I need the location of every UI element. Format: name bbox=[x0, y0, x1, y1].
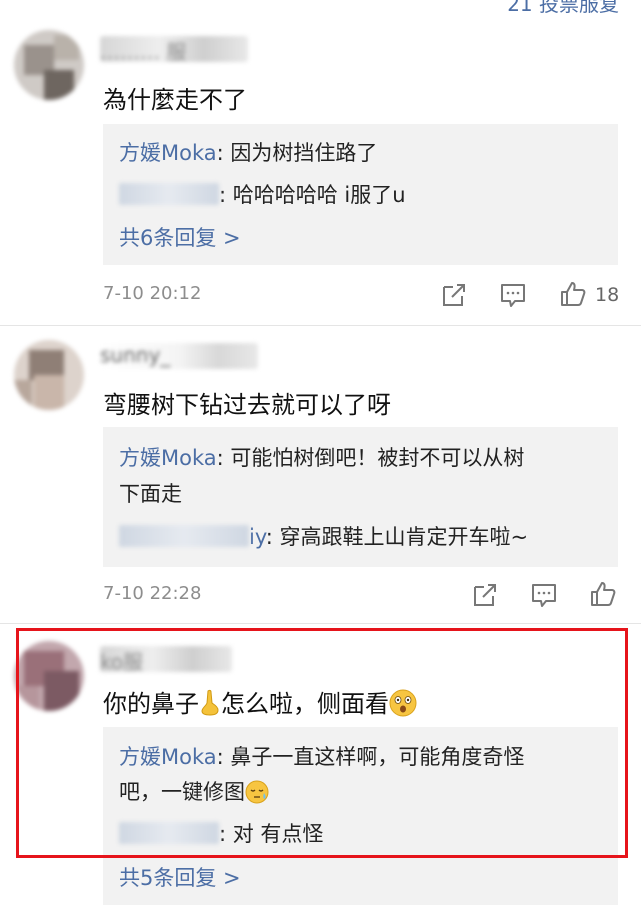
reply-box[interactable]: 方媛Moka: 可能怕树倒吧！被封不可以从树 下面走 iy: 穿高跟鞋上山肯定开… bbox=[103, 427, 618, 567]
comment-icon[interactable] bbox=[530, 581, 558, 609]
avatar-image bbox=[14, 641, 84, 711]
username[interactable]: ……… 服 bbox=[100, 36, 248, 62]
reply-line: : 对 有点怪 bbox=[119, 821, 323, 847]
comment-time: 7-10 22:28 bbox=[103, 583, 202, 604]
top-more-link[interactable]: 21 投票服复 bbox=[507, 0, 619, 17]
like-count: 18 bbox=[595, 284, 620, 306]
blurred-username[interactable] bbox=[119, 525, 249, 547]
sleepy-face-emoji-icon bbox=[245, 780, 269, 804]
reply-line: : 哈哈哈哈哈 i服了u bbox=[119, 182, 406, 208]
username[interactable]: sunny_ bbox=[100, 343, 258, 369]
reply-text: 吧，一键修图 bbox=[119, 780, 245, 804]
more-replies-link[interactable]: 共5条回复 > bbox=[119, 862, 241, 892]
reply-box[interactable]: 方媛Moka: 因为树挡住路了 : 哈哈哈哈哈 i服了u 共6条回复 > bbox=[103, 124, 618, 265]
like-icon[interactable] bbox=[589, 580, 617, 608]
comment-text-part: 你的鼻子 bbox=[103, 690, 199, 718]
blurred-username[interactable] bbox=[119, 822, 219, 844]
reply-author[interactable]: 方媛Moka bbox=[119, 141, 217, 165]
divider bbox=[0, 623, 641, 624]
comment-text-part: 怎么啦，侧面看 bbox=[221, 690, 389, 718]
reply-text: : 因为树挡住路了 bbox=[216, 141, 378, 165]
comment-icon[interactable] bbox=[499, 281, 527, 309]
share-icon[interactable] bbox=[440, 281, 468, 309]
username[interactable]: ko服 bbox=[100, 646, 232, 672]
reply-text: : 鼻子一直这样啊，可能角度奇怪 bbox=[216, 745, 525, 769]
shocked-face-emoji-icon bbox=[389, 689, 417, 717]
reply-text: : 可能怕树倒吧！被封不可以从树 bbox=[216, 446, 525, 470]
reply-text: : 穿高跟鞋上山肯定开车啦~ bbox=[265, 525, 529, 549]
comment-time: 7-10 20:12 bbox=[103, 283, 202, 304]
reply-author[interactable]: 方媛Moka bbox=[119, 745, 217, 769]
avatar-image bbox=[14, 30, 84, 100]
blurred-username[interactable] bbox=[119, 183, 219, 205]
reply-line: 方媛Moka: 因为树挡住路了 bbox=[119, 140, 377, 166]
reply-text: : 对 有点怪 bbox=[219, 822, 324, 846]
reply-author[interactable]: 方媛Moka bbox=[119, 446, 217, 470]
reply-line-continued: 下面走 bbox=[119, 482, 182, 506]
reply-author[interactable]: iy bbox=[249, 525, 266, 549]
nose-emoji-icon bbox=[201, 689, 219, 716]
comment-text: 你的鼻子 怎么啦，侧面看 bbox=[103, 684, 417, 719]
avatar-image bbox=[14, 340, 84, 410]
reply-text: : 哈哈哈哈哈 i服了u bbox=[219, 183, 406, 207]
reply-line: iy: 穿高跟鞋上山肯定开车啦~ bbox=[119, 524, 528, 550]
reply-line: 方媛Moka: 可能怕树倒吧！被封不可以从树 bbox=[119, 445, 524, 471]
reply-line-continued: 吧，一键修图 bbox=[119, 779, 269, 805]
reply-box[interactable]: 方媛Moka: 鼻子一直这样啊，可能角度奇怪 吧，一键修图 : 对 有点怪 共5… bbox=[103, 727, 618, 905]
avatar[interactable] bbox=[14, 641, 84, 711]
comment-text: 弯腰树下钻过去就可以了呀 bbox=[103, 391, 391, 419]
avatar[interactable] bbox=[14, 340, 84, 410]
more-replies-link[interactable]: 共6条回复 > bbox=[119, 222, 241, 252]
like-icon[interactable] bbox=[559, 280, 587, 308]
avatar[interactable] bbox=[14, 30, 84, 100]
divider bbox=[0, 325, 641, 326]
share-icon[interactable] bbox=[471, 581, 499, 609]
comment-text: 為什麼走不了 bbox=[103, 86, 247, 114]
reply-line: 方媛Moka: 鼻子一直这样啊，可能角度奇怪 bbox=[119, 744, 524, 770]
